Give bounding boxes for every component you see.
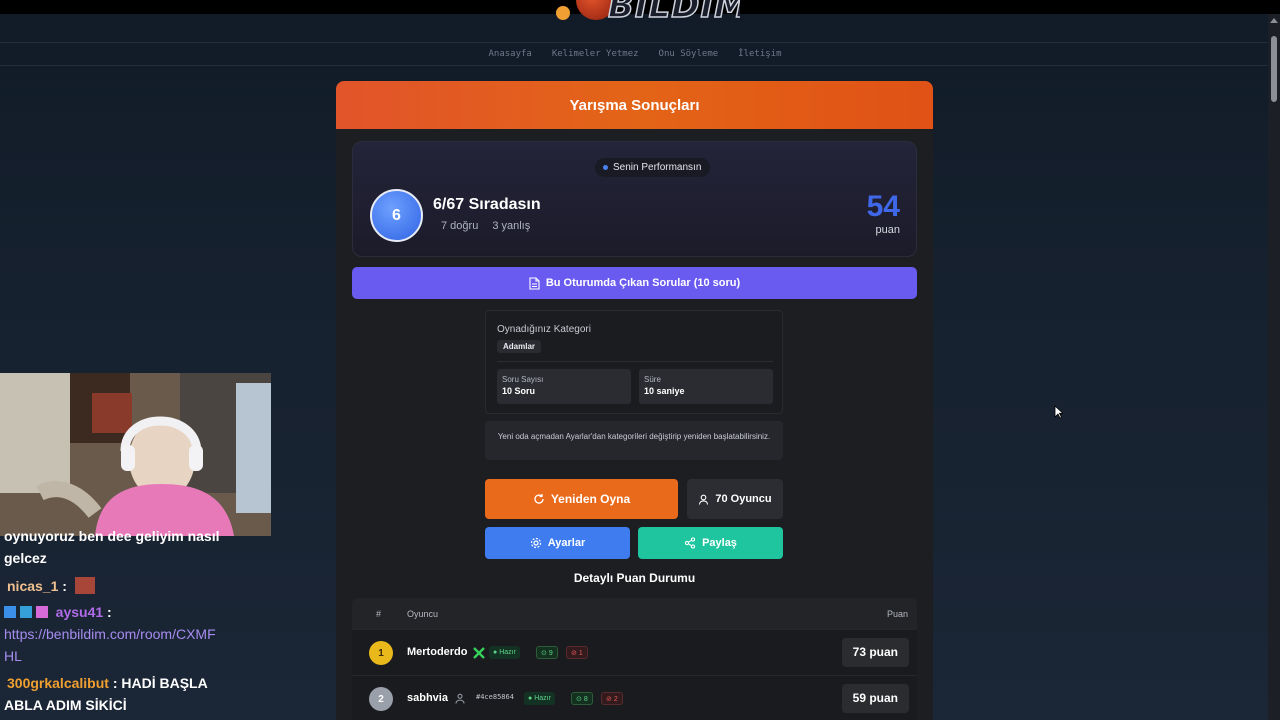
ready-label: Hazır <box>499 649 516 656</box>
main-nav: Anasayfa Kelimeler Yetmez Onu Söyleme İl… <box>0 42 1270 66</box>
correct-value: 9 <box>548 650 553 657</box>
stat-question-count: Soru Sayısı 10 Soru <box>497 369 631 404</box>
stat-label: Soru Sayısı <box>502 375 544 384</box>
replay-label: Yeniden Oyna <box>550 492 631 506</box>
silver-medal: 2 <box>369 687 393 711</box>
badge-icon <box>35 606 48 618</box>
score-label: puan <box>875 224 900 236</box>
score-value: 54 <box>866 190 900 223</box>
mouse-cursor-icon <box>1054 405 1063 419</box>
chat-username: nicas_1 <box>7 578 59 594</box>
site-logo[interactable]: BILDIM <box>540 0 740 38</box>
scrollbar-thumb[interactable] <box>1271 36 1277 102</box>
crossed-swords-icon <box>473 647 485 659</box>
logo-mark <box>556 6 570 20</box>
refresh-icon <box>534 494 544 504</box>
score-table: # Oyuncu Puan 1 Mertoderdo ● Hazır ⊙ 9 ⊘… <box>352 598 917 720</box>
rank-text: 6/67 Sıradasın <box>433 196 541 213</box>
replay-button[interactable]: Yeniden Oyna <box>485 479 678 519</box>
player-name: Mertoderdo <box>407 646 468 658</box>
chat-link[interactable]: https://benbildim.com/room/CXMF <box>4 626 216 642</box>
performance-pill: Senin Performansın <box>595 158 711 177</box>
answer-summary: 7 doğru 3 yanlış <box>441 220 530 232</box>
results-header: Yarışma Sonuçları <box>336 81 933 129</box>
badge-icon <box>4 606 16 618</box>
nav-home[interactable]: Anasayfa <box>488 49 531 59</box>
wrong-badge: ⊘ 1 <box>566 646 588 659</box>
correct-badge: ⊙ 8 <box>571 692 593 705</box>
ready-label: Hazır <box>534 695 551 702</box>
stat-duration: Süre 10 saniye <box>639 369 773 404</box>
category-chip: Adamlar <box>497 340 542 353</box>
players-button[interactable]: 70 Oyuncu <box>687 479 783 519</box>
webcam-overlay <box>0 373 271 536</box>
player-points: 73 puan <box>841 638 909 667</box>
user-icon <box>455 693 465 704</box>
col-rank: # <box>376 609 382 619</box>
results-panel: Yarışma Sonuçları Senin Performansın 6 6… <box>336 81 933 720</box>
chat-message: aysu41 : <box>4 604 112 620</box>
settings-button[interactable]: Ayarlar <box>485 527 630 559</box>
chat-username: aysu41 <box>55 604 104 620</box>
table-row[interactable]: 1 Mertoderdo ● Hazır ⊙ 9 ⊘ 1 73 puan <box>352 629 917 675</box>
chat-username: 300grkalcalibut <box>7 675 109 691</box>
settings-note: Yeni oda açmadan Ayarlar'dan kategoriler… <box>485 421 783 460</box>
ready-badge: ● Hazır <box>489 646 520 659</box>
nav-onu-soyleme[interactable]: Onu Söyleme <box>659 49 719 59</box>
session-questions-label: Bu Oturumda Çıkan Sorular (10 soru) <box>545 277 741 289</box>
share-button[interactable]: Paylaş <box>638 527 783 559</box>
badge-icon <box>19 606 32 618</box>
session-questions-button[interactable]: Bu Oturumda Çıkan Sorular (10 soru) <box>352 267 917 299</box>
stat-value: 10 Soru <box>502 386 536 396</box>
wrong-value: 1 <box>578 650 583 657</box>
results-title: Yarışma Sonuçları <box>569 96 700 114</box>
category-divider <box>497 361 773 362</box>
share-icon <box>684 537 696 549</box>
wrong-count: 3 yanlış <box>492 220 531 232</box>
col-score: Puan <box>886 609 908 619</box>
share-label: Paylaş <box>702 537 737 549</box>
player-name: sabhvia <box>407 692 448 704</box>
page-scrollbar[interactable] <box>1268 14 1280 720</box>
rank-badge: 6 <box>370 189 423 242</box>
detail-score-title: Detaylı Puan Durumu <box>573 571 696 585</box>
nav-iletisim[interactable]: İletişim <box>738 49 781 59</box>
players-label: 70 Oyuncu <box>715 493 772 505</box>
chat-message: gelcez <box>4 550 47 566</box>
correct-value: 8 <box>583 696 588 703</box>
nav-kelimeler-yetmez[interactable]: Kelimeler Yetmez <box>552 49 639 59</box>
player-id: #4ce85864 <box>476 693 514 701</box>
gear-icon <box>530 537 541 549</box>
ready-badge: ● Hazır <box>524 692 555 705</box>
logo-text: BILDIM <box>607 0 740 27</box>
stat-value: 10 saniye <box>644 386 685 396</box>
chat-message: oynuyoruz ben dee geliyim nasıl <box>4 528 220 544</box>
stat-label: Süre <box>644 375 661 384</box>
chat-message: ABLA ADIM SİKİCİ <box>4 697 127 713</box>
chat-text: HADİ BAŞLA <box>121 675 208 691</box>
scroll-up-arrow-icon[interactable] <box>1270 18 1278 23</box>
category-box: Oynadığınız Kategori Adamlar Soru Sayısı… <box>485 310 783 414</box>
correct-count: 7 doğru <box>441 220 479 232</box>
document-icon <box>529 276 540 290</box>
score-table-header: # Oyuncu Puan <box>352 598 917 629</box>
col-player: Oyuncu <box>407 609 439 619</box>
correct-badge: ⊙ 9 <box>536 646 558 659</box>
emote-icon <box>74 577 95 594</box>
performance-card: Senin Performansın 6 6/67 Sıradasın 7 do… <box>352 141 917 257</box>
chat-link[interactable]: HL <box>4 648 22 664</box>
chat-message: nicas_1 : <box>4 577 95 594</box>
user-icon <box>699 494 709 505</box>
settings-label: Ayarlar <box>547 537 586 549</box>
wrong-badge: ⊘ 2 <box>601 692 623 705</box>
webcam-image <box>0 373 271 536</box>
chat-message: 300grkalcalibut : HADİ BAŞLA <box>7 675 208 691</box>
gold-medal: 1 <box>369 641 393 665</box>
category-title: Oynadığınız Kategori <box>497 324 591 335</box>
player-points: 59 puan <box>841 684 909 713</box>
table-row[interactable]: 2 sabhvia #4ce85864 ● Hazır ⊙ 8 ⊘ 2 59 p… <box>352 675 917 720</box>
wrong-value: 2 <box>613 696 618 703</box>
